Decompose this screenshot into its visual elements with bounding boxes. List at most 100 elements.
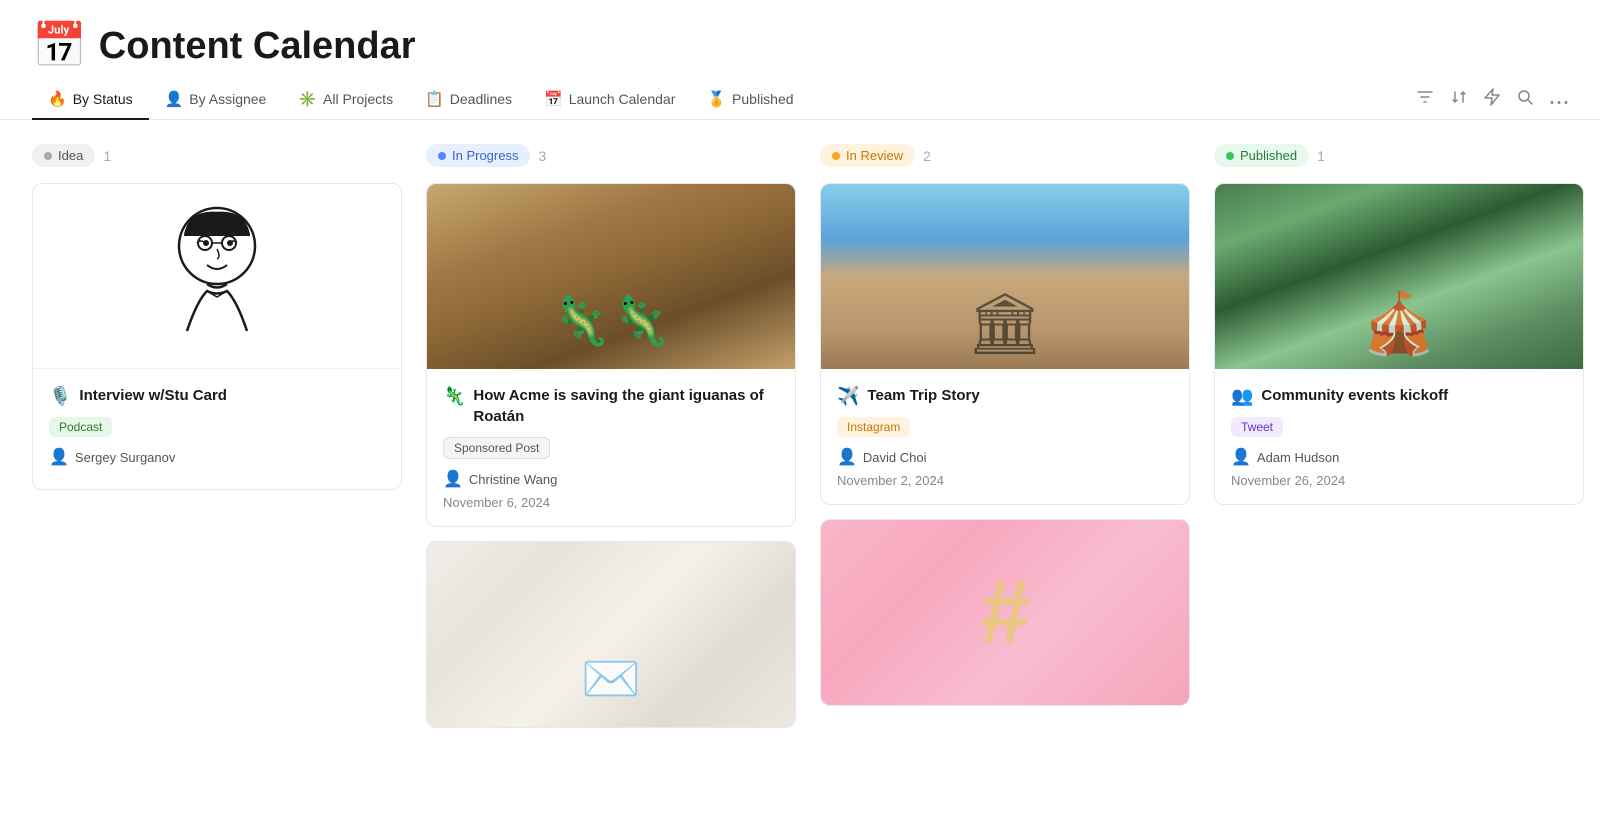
card-emoji: 👥: [1231, 386, 1253, 407]
inreview-count: 2: [923, 148, 931, 164]
card-iguanas-body: 🦎 How Acme is saving the giant iguanas o…: [427, 369, 795, 526]
card-emoji: 🎙️: [49, 386, 71, 407]
idea-label: Idea: [58, 148, 83, 163]
tab-by-assignee-label: By Assignee: [189, 91, 266, 107]
published-dot: [1226, 152, 1234, 160]
card-title: Interview w/Stu Card: [79, 385, 227, 406]
card-iguanas-image: [427, 184, 795, 369]
person-icon: 👤: [165, 90, 184, 108]
column-published-header: Published 1: [1214, 144, 1584, 167]
card-date: November 2, 2024: [837, 473, 1173, 488]
card-tag: Tweet: [1231, 417, 1283, 437]
card-sketch-image: [33, 184, 401, 369]
card-community-body: 👥 Community events kickoff Tweet 👤 Adam …: [1215, 369, 1583, 504]
card-author: 👤 Adam Hudson: [1231, 447, 1567, 467]
nav-actions: [1416, 88, 1568, 111]
card-title-row: ✈️ Team Trip Story: [837, 385, 1173, 407]
tab-all-projects[interactable]: ✳️ All Projects: [282, 80, 409, 120]
column-inprogress-header: In Progress 3: [426, 144, 796, 167]
card-tag: Sponsored Post: [443, 437, 550, 459]
inreview-dot: [832, 152, 840, 160]
page-icon: 📅: [32, 24, 87, 68]
calendar-icon: 📅: [544, 90, 563, 108]
card-title: How Acme is saving the giant iguanas of …: [473, 385, 779, 427]
tab-published[interactable]: 🏅 Published: [691, 80, 809, 120]
idea-count: 1: [103, 148, 111, 164]
inprogress-label: In Progress: [452, 148, 518, 163]
search-button[interactable]: [1516, 88, 1534, 111]
card-interview-stu[interactable]: 🎙️ Interview w/Stu Card Podcast 👤 Sergey…: [32, 183, 402, 490]
card-title-row: 🎙️ Interview w/Stu Card: [49, 385, 385, 407]
page-header: 📅 Content Calendar: [0, 0, 1600, 80]
card-envelopes-image: [427, 542, 795, 727]
status-badge-inprogress: In Progress: [426, 144, 530, 167]
column-idea: Idea 1: [32, 144, 402, 742]
board: Idea 1: [0, 120, 1600, 766]
author-icon: 👤: [1231, 447, 1251, 467]
card-iguanas[interactable]: 🦎 How Acme is saving the giant iguanas o…: [426, 183, 796, 527]
card-hashtag-image: [821, 520, 1189, 705]
tab-all-projects-label: All Projects: [323, 91, 393, 107]
author-name: Christine Wang: [469, 472, 557, 487]
column-in-review: In Review 2 ✈️ Team Trip Story Instagram…: [820, 144, 1190, 742]
tab-by-status[interactable]: 🔥 By Status: [32, 80, 149, 120]
author-icon: 👤: [837, 447, 857, 467]
card-body: 🎙️ Interview w/Stu Card Podcast 👤 Sergey…: [33, 369, 401, 489]
card-title: Team Trip Story: [867, 385, 979, 406]
card-author: 👤 Christine Wang: [443, 469, 779, 489]
card-hashtag[interactable]: [820, 519, 1190, 706]
card-title: Community events kickoff: [1261, 385, 1448, 406]
status-badge-idea: Idea: [32, 144, 95, 167]
card-author: 👤 Sergey Surganov: [49, 447, 385, 467]
card-envelopes[interactable]: [426, 541, 796, 728]
card-date: November 6, 2024: [443, 495, 779, 510]
card-date: November 26, 2024: [1231, 473, 1567, 488]
sort-button[interactable]: [1450, 88, 1468, 111]
clipboard-icon: 📋: [425, 90, 444, 108]
card-tag: Podcast: [49, 417, 112, 437]
check-badge-icon: 🏅: [707, 90, 726, 108]
tab-by-status-label: By Status: [73, 91, 133, 107]
card-festival-image: [1215, 184, 1583, 369]
lightning-button[interactable]: [1484, 88, 1500, 111]
card-title-row: 👥 Community events kickoff: [1231, 385, 1567, 407]
column-inreview-header: In Review 2: [820, 144, 1190, 167]
author-icon: 👤: [443, 469, 463, 489]
filter-button[interactable]: [1416, 88, 1434, 111]
author-name: Sergey Surganov: [75, 450, 175, 465]
card-title-row: 🦎 How Acme is saving the giant iguanas o…: [443, 385, 779, 427]
card-community-events[interactable]: 👥 Community events kickoff Tweet 👤 Adam …: [1214, 183, 1584, 505]
status-badge-inreview: In Review: [820, 144, 915, 167]
card-emoji: 🦎: [443, 386, 465, 407]
tab-by-assignee[interactable]: 👤 By Assignee: [149, 80, 283, 120]
card-architecture-image: [821, 184, 1189, 369]
published-count: 1: [1317, 148, 1325, 164]
tab-deadlines-label: Deadlines: [450, 91, 512, 107]
card-team-trip-body: ✈️ Team Trip Story Instagram 👤 David Cho…: [821, 369, 1189, 504]
tab-launch-calendar-label: Launch Calendar: [569, 91, 676, 107]
column-idea-header: Idea 1: [32, 144, 402, 167]
author-name: David Choi: [863, 450, 927, 465]
status-badge-published: Published: [1214, 144, 1309, 167]
card-tag: Instagram: [837, 417, 910, 437]
inprogress-dot: [438, 152, 446, 160]
card-author: 👤 David Choi: [837, 447, 1173, 467]
tab-published-label: Published: [732, 91, 794, 107]
idea-dot: [44, 152, 52, 160]
published-label: Published: [1240, 148, 1297, 163]
asterisk-icon: ✳️: [298, 90, 317, 108]
card-emoji: ✈️: [837, 386, 859, 407]
inreview-label: In Review: [846, 148, 903, 163]
more-button[interactable]: [1550, 89, 1568, 110]
column-in-progress: In Progress 3 🦎 How Acme is saving the g…: [426, 144, 796, 742]
nav-tabs: 🔥 By Status 👤 By Assignee ✳️ All Project…: [0, 80, 1600, 120]
fire-icon: 🔥: [48, 90, 67, 108]
author-name: Adam Hudson: [1257, 450, 1339, 465]
inprogress-count: 3: [538, 148, 546, 164]
tab-deadlines[interactable]: 📋 Deadlines: [409, 80, 528, 120]
author-icon: 👤: [49, 447, 69, 467]
column-published: Published 1 👥 Community events kickoff T…: [1214, 144, 1584, 742]
page-title: Content Calendar: [99, 25, 416, 68]
card-team-trip[interactable]: ✈️ Team Trip Story Instagram 👤 David Cho…: [820, 183, 1190, 505]
tab-launch-calendar[interactable]: 📅 Launch Calendar: [528, 80, 691, 120]
